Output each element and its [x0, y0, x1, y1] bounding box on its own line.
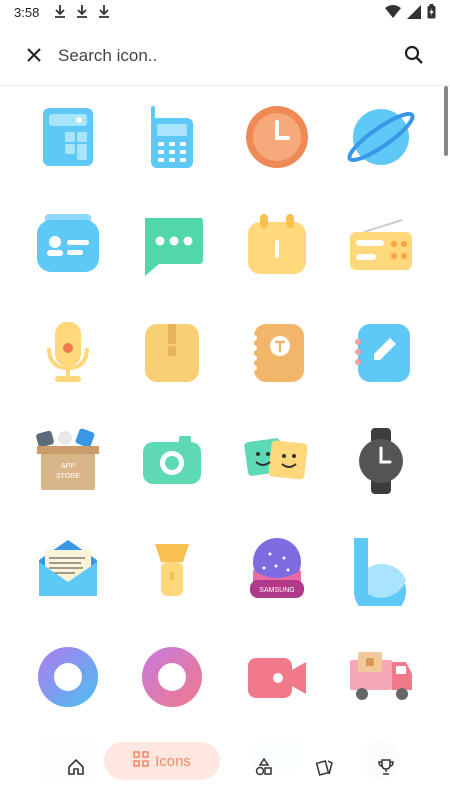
- scrollbar[interactable]: [444, 86, 448, 156]
- circle-pink-icon[interactable]: [135, 640, 209, 714]
- app-store-icon[interactable]: APP STORE: [31, 424, 105, 498]
- icon-grid[interactable]: APP STORE SAMSUNG: [0, 86, 450, 800]
- grid-icon: [133, 751, 149, 771]
- svg-text:APP: APP: [61, 463, 75, 470]
- calculator-icon[interactable]: [31, 100, 105, 174]
- svg-text:STORE: STORE: [56, 473, 80, 480]
- icons-tab-label: Icons: [155, 752, 191, 770]
- svg-text:SAMSUNG: SAMSUNG: [259, 587, 294, 594]
- video-icon[interactable]: [240, 640, 314, 714]
- archive-icon[interactable]: [135, 316, 209, 390]
- watch-icon[interactable]: [344, 424, 418, 498]
- trophy-icon[interactable]: [374, 752, 398, 782]
- search-input[interactable]: [56, 40, 380, 72]
- calendar-icon[interactable]: [240, 208, 314, 282]
- browser-icon[interactable]: [344, 100, 418, 174]
- photos-icon[interactable]: [240, 424, 314, 498]
- clock-icon[interactable]: [240, 100, 314, 174]
- delivery-truck-icon[interactable]: [344, 640, 418, 714]
- home-icon[interactable]: [64, 752, 88, 782]
- wifi-icon: [385, 4, 401, 22]
- wallpapers-icon[interactable]: [312, 752, 336, 782]
- download-icon: [54, 4, 66, 21]
- shapes-icon[interactable]: [252, 752, 276, 782]
- notebook-icon[interactable]: [344, 316, 418, 390]
- bottom-nav: Icons: [0, 734, 450, 800]
- bixby-icon[interactable]: [344, 532, 418, 606]
- status-time: 3:58: [14, 5, 40, 20]
- battery-icon: [427, 4, 436, 22]
- search-bar: [0, 32, 450, 78]
- contacts-icon[interactable]: [31, 208, 105, 282]
- flashlight-icon[interactable]: [135, 532, 209, 606]
- samsung-themes-icon[interactable]: SAMSUNG: [240, 532, 314, 606]
- download-icon: [76, 4, 88, 21]
- phone-icon[interactable]: [135, 100, 209, 174]
- camera-icon[interactable]: [135, 424, 209, 498]
- search-icon[interactable]: [402, 43, 426, 67]
- microphone-icon[interactable]: [31, 316, 105, 390]
- icons-tab[interactable]: Icons: [104, 742, 220, 780]
- email-icon[interactable]: [31, 532, 105, 606]
- download-icon: [98, 4, 110, 21]
- notes-icon[interactable]: [240, 316, 314, 390]
- signal-icon: [407, 4, 421, 22]
- close-icon[interactable]: [22, 43, 46, 67]
- radio-icon[interactable]: [344, 208, 418, 282]
- circle-blue-icon[interactable]: [31, 640, 105, 714]
- messages-icon[interactable]: [135, 208, 209, 282]
- status-bar: 3:58: [0, 0, 450, 26]
